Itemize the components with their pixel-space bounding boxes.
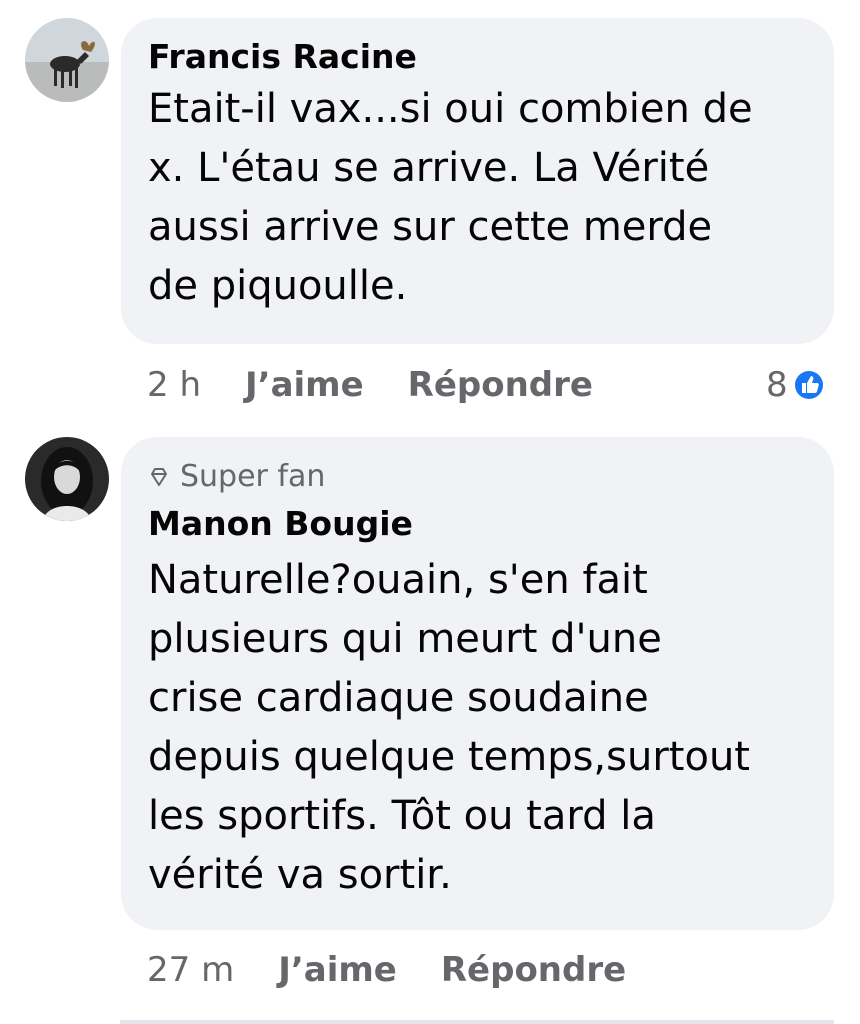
comment-timestamp[interactable]: 27 m [147, 950, 234, 990]
comment-line: Naturelle?ouain, s'en fait [148, 557, 648, 603]
comment-bubble: Francis Racine Etait-il vax...si oui com… [121, 18, 834, 344]
comment-bubble: Super fan Manon Bougie Naturelle?ouain, … [121, 437, 834, 930]
comment-line: aussi arrive sur cette merde [148, 204, 713, 250]
comment-line: de piquoulle. [148, 263, 408, 309]
reply-button[interactable]: Répondre [441, 950, 626, 990]
comment-line: les sportifs. Tôt ou tard la [148, 793, 656, 839]
comment-author[interactable]: Francis Racine [148, 36, 808, 78]
woman-avatar-icon [25, 437, 109, 521]
reply-button[interactable]: Répondre [408, 365, 593, 405]
comment-line: plusieurs qui meurt d'une [148, 616, 662, 662]
comment-actions: 2 h J’aime Répondre [147, 362, 637, 408]
comments-thread: Francis Racine Etait-il vax...si oui com… [0, 0, 860, 1024]
diamond-icon [151, 468, 167, 486]
badge-label: Super fan [180, 459, 326, 494]
comment-timestamp[interactable]: 2 h [147, 365, 201, 405]
like-icon [792, 369, 825, 401]
like-button[interactable]: J’aime [278, 950, 397, 990]
comment-actions: 27 m J’aime Répondre [147, 947, 670, 993]
comment-line: depuis quelque temps,surtout [148, 734, 750, 780]
moose-avatar-icon [25, 18, 109, 102]
avatar-francis-racine[interactable] [25, 18, 109, 102]
comment-line: crise cardiaque soudaine [148, 675, 649, 721]
super-fan-badge[interactable]: Super fan [148, 457, 808, 497]
comment-line: vérité va sortir. [148, 852, 452, 898]
comment-author[interactable]: Manon Bougie [148, 503, 808, 545]
comment-text: Etait-il vax...si oui combien de x. L'ét… [148, 80, 808, 316]
avatar-manon-bougie[interactable] [25, 437, 109, 521]
comment-text: Naturelle?ouain, s'en fait plusieurs qui… [148, 551, 808, 905]
next-comment-edge [120, 1020, 834, 1024]
like-button[interactable]: J’aime [245, 365, 364, 405]
reaction-summary[interactable]: 8 [766, 362, 826, 408]
comment-line: x. L'étau se arrive. La Vérité [148, 145, 710, 191]
reaction-count: 8 [766, 365, 788, 405]
comment-line: Etait-il vax...si oui combien de [148, 86, 753, 132]
